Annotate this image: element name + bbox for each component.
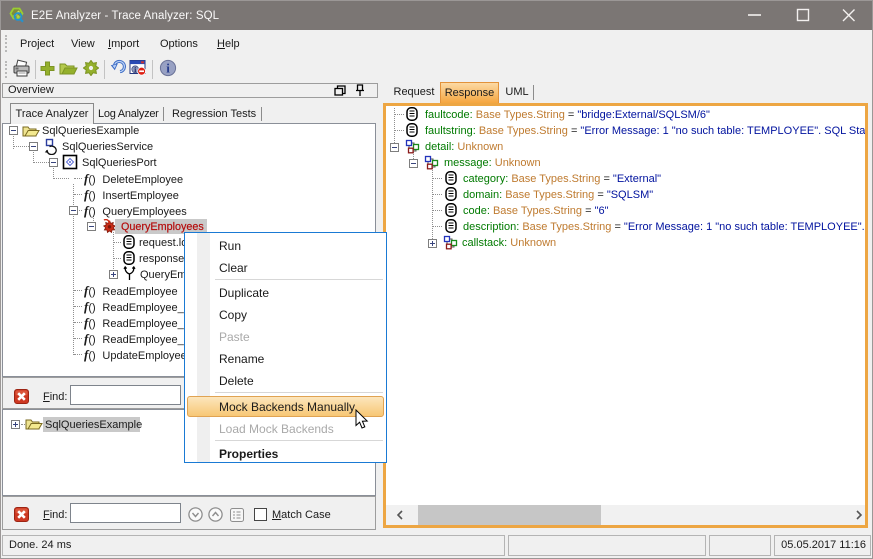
svg-text:i: i: [134, 66, 136, 74]
svg-text:i: i: [166, 61, 170, 76]
